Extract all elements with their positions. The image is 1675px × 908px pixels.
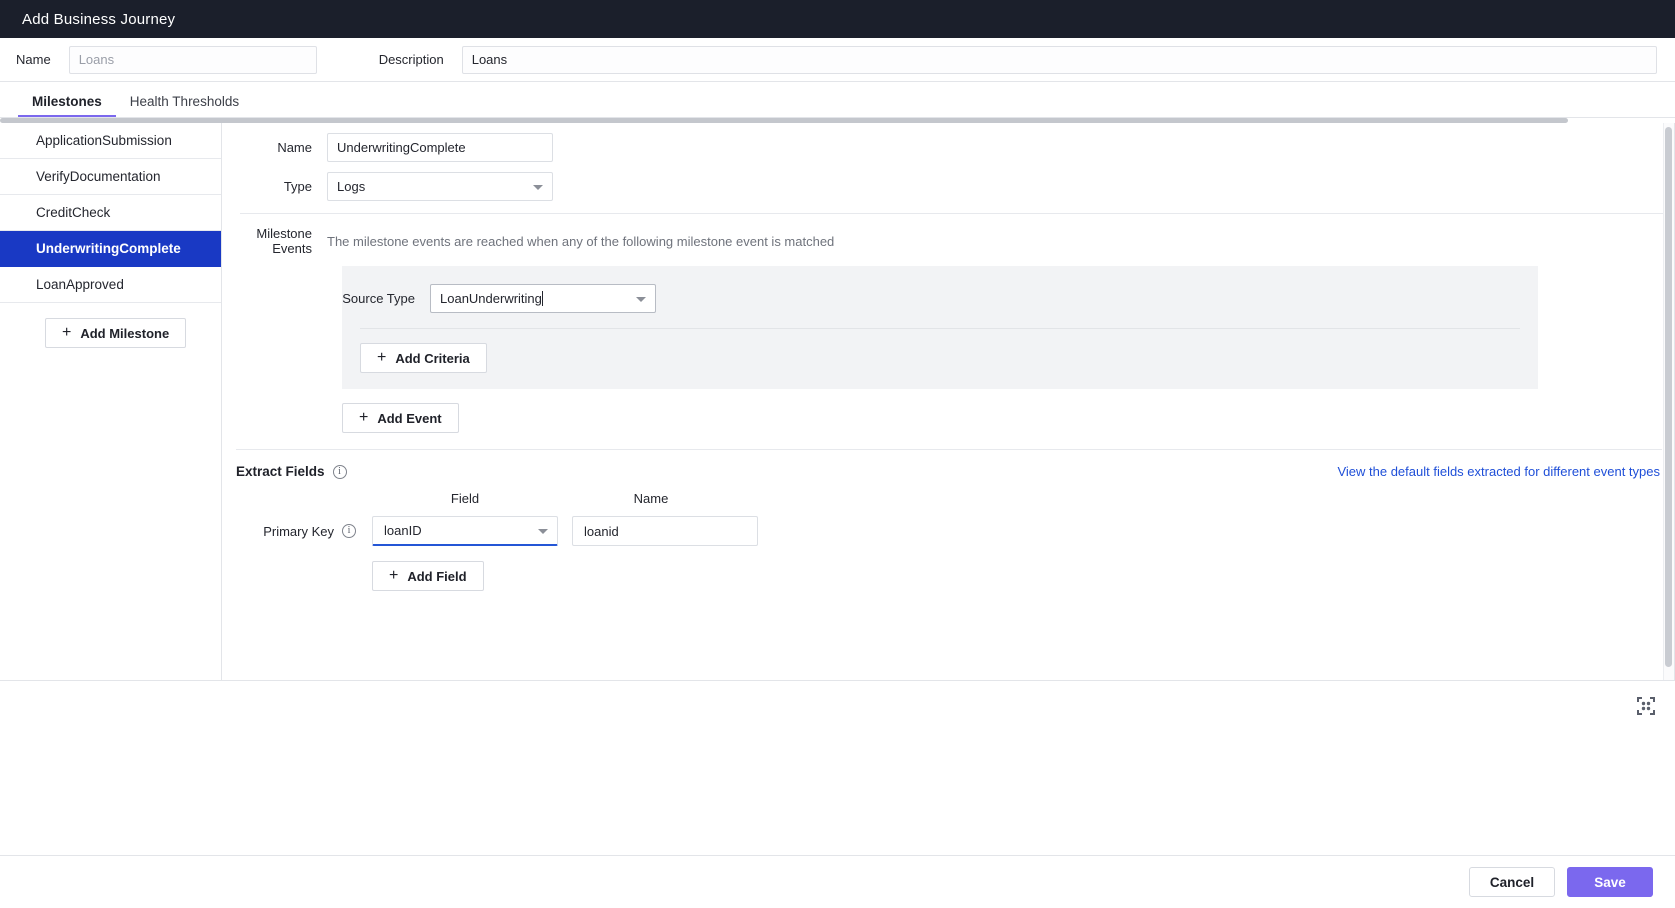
milestone-events-row: Milestone Events The milestone events ar… — [222, 226, 1674, 256]
text-caret — [541, 291, 543, 306]
plus-icon: + — [359, 409, 369, 426]
milestone-type-label: Type — [283, 179, 312, 194]
chevron-down-icon — [533, 184, 543, 190]
extract-fields-title: Extract Fields — [236, 464, 325, 479]
primary-key-field-value: loanID — [384, 523, 422, 538]
source-type-select[interactable]: LoanUnderwriting — [430, 284, 656, 313]
info-icon[interactable]: i — [342, 524, 356, 538]
tab-milestones[interactable]: Milestones — [18, 94, 116, 118]
extract-fields-header: Extract Fields i View the default fields… — [222, 450, 1674, 479]
fit-to-screen-icon[interactable] — [1635, 695, 1657, 717]
add-field-button[interactable]: + Add Field — [372, 561, 484, 591]
add-criteria-button[interactable]: + Add Criteria — [360, 343, 487, 373]
add-milestone-button[interactable]: + Add Milestone — [45, 318, 187, 348]
chevron-down-icon — [636, 296, 646, 302]
description-label: Description — [378, 52, 444, 67]
milestone-events-label: Milestone Events — [256, 226, 312, 256]
window-titlebar: Add Business Journey — [0, 0, 1675, 38]
milestone-type-row: Type Logs — [222, 172, 1674, 201]
cancel-button[interactable]: Cancel — [1469, 867, 1555, 897]
milestone-type-select[interactable]: Logs — [327, 172, 553, 201]
plus-icon: + — [62, 324, 72, 341]
add-event-container: + Add Event — [222, 389, 1674, 433]
sidebar-item-label: CreditCheck — [36, 205, 111, 220]
primary-key-name-input[interactable] — [572, 516, 758, 546]
add-field-label: Add Field — [407, 568, 467, 584]
milestone-events-description: The milestone events are reached when an… — [327, 233, 835, 249]
add-criteria-label: Add Criteria — [395, 350, 470, 366]
plus-icon: + — [377, 349, 387, 366]
sidebar-item-loanapproved[interactable]: LoanApproved — [0, 267, 221, 303]
journey-name-input[interactable] — [68, 45, 317, 74]
sidebar-item-creditcheck[interactable]: CreditCheck — [0, 195, 221, 231]
add-milestone-container: + Add Milestone — [0, 303, 221, 348]
dialog-footer: Cancel Save — [0, 855, 1675, 908]
milestone-name-label: Name — [277, 140, 312, 155]
primary-key-label: Primary Key — [263, 523, 334, 539]
column-header-field: Field — [450, 491, 480, 506]
save-button[interactable]: Save — [1567, 867, 1653, 897]
column-header-name: Name — [633, 491, 669, 506]
milestone-type-value: Logs — [337, 179, 366, 194]
page-title: Add Business Journey — [22, 10, 176, 28]
chevron-down-icon — [538, 528, 548, 534]
journey-description-input[interactable] — [461, 45, 1657, 74]
add-event-label: Add Event — [377, 410, 442, 426]
milestone-name-row: Name — [222, 133, 1674, 162]
tab-bar: Milestones Health Thresholds — [0, 82, 1675, 118]
source-type-row: Source Type LoanUnderwriting — [342, 284, 1538, 313]
add-milestone-label: Add Milestone — [80, 325, 170, 341]
primary-key-row: Primary Key i loanID — [222, 516, 1674, 546]
default-fields-link[interactable]: View the default fields extracted for di… — [1337, 464, 1660, 479]
column-spacer — [222, 491, 372, 506]
journey-header-row: Name Description — [0, 38, 1675, 82]
sidebar-item-applicationsubmission[interactable]: ApplicationSubmission — [0, 123, 221, 159]
milestone-event-panel: Source Type LoanUnderwriting + Add Crite… — [342, 266, 1538, 389]
sidebar-item-label: UnderwritingComplete — [36, 241, 181, 256]
section-divider — [240, 213, 1666, 214]
add-event-button[interactable]: + Add Event — [342, 403, 459, 433]
source-type-value: LoanUnderwriting — [440, 291, 542, 306]
name-label: Name — [16, 52, 51, 67]
journey-flow-svg: ApplicationSubmission VerifyDocumentatio… — [0, 681, 1675, 856]
add-criteria-container: + Add Criteria — [342, 329, 1538, 373]
milestone-name-input[interactable] — [327, 133, 553, 162]
sidebar-item-verifydocumentation[interactable]: VerifyDocumentation — [0, 159, 221, 195]
primary-key-label-group: Primary Key i — [222, 524, 372, 539]
sidebar-item-underwritingcomplete[interactable]: UnderwritingComplete — [0, 231, 221, 267]
extract-fields-column-headers: Field Name — [222, 491, 1674, 506]
milestone-list-sidebar: ApplicationSubmission VerifyDocumentatio… — [0, 123, 222, 680]
sidebar-item-label: ApplicationSubmission — [36, 133, 172, 148]
detail-pane-scrollbar-thumb[interactable] — [1665, 127, 1672, 667]
editor-body: ApplicationSubmission VerifyDocumentatio… — [0, 123, 1675, 680]
info-icon[interactable]: i — [332, 464, 347, 479]
sidebar-item-label: VerifyDocumentation — [36, 169, 161, 184]
journey-flow-diagram: ApplicationSubmission VerifyDocumentatio… — [0, 680, 1675, 855]
tab-health-thresholds[interactable]: Health Thresholds — [116, 94, 253, 118]
add-field-container: + Add Field — [222, 546, 1674, 591]
detail-pane-scrollbar[interactable] — [1663, 123, 1674, 680]
sidebar-item-label: LoanApproved — [36, 277, 124, 292]
primary-key-field-select[interactable]: loanID — [372, 516, 558, 546]
plus-icon: + — [389, 567, 399, 584]
milestone-detail-pane: Name Type Logs Milestone Events The mile… — [222, 123, 1675, 680]
source-type-label: Source Type — [342, 291, 415, 306]
